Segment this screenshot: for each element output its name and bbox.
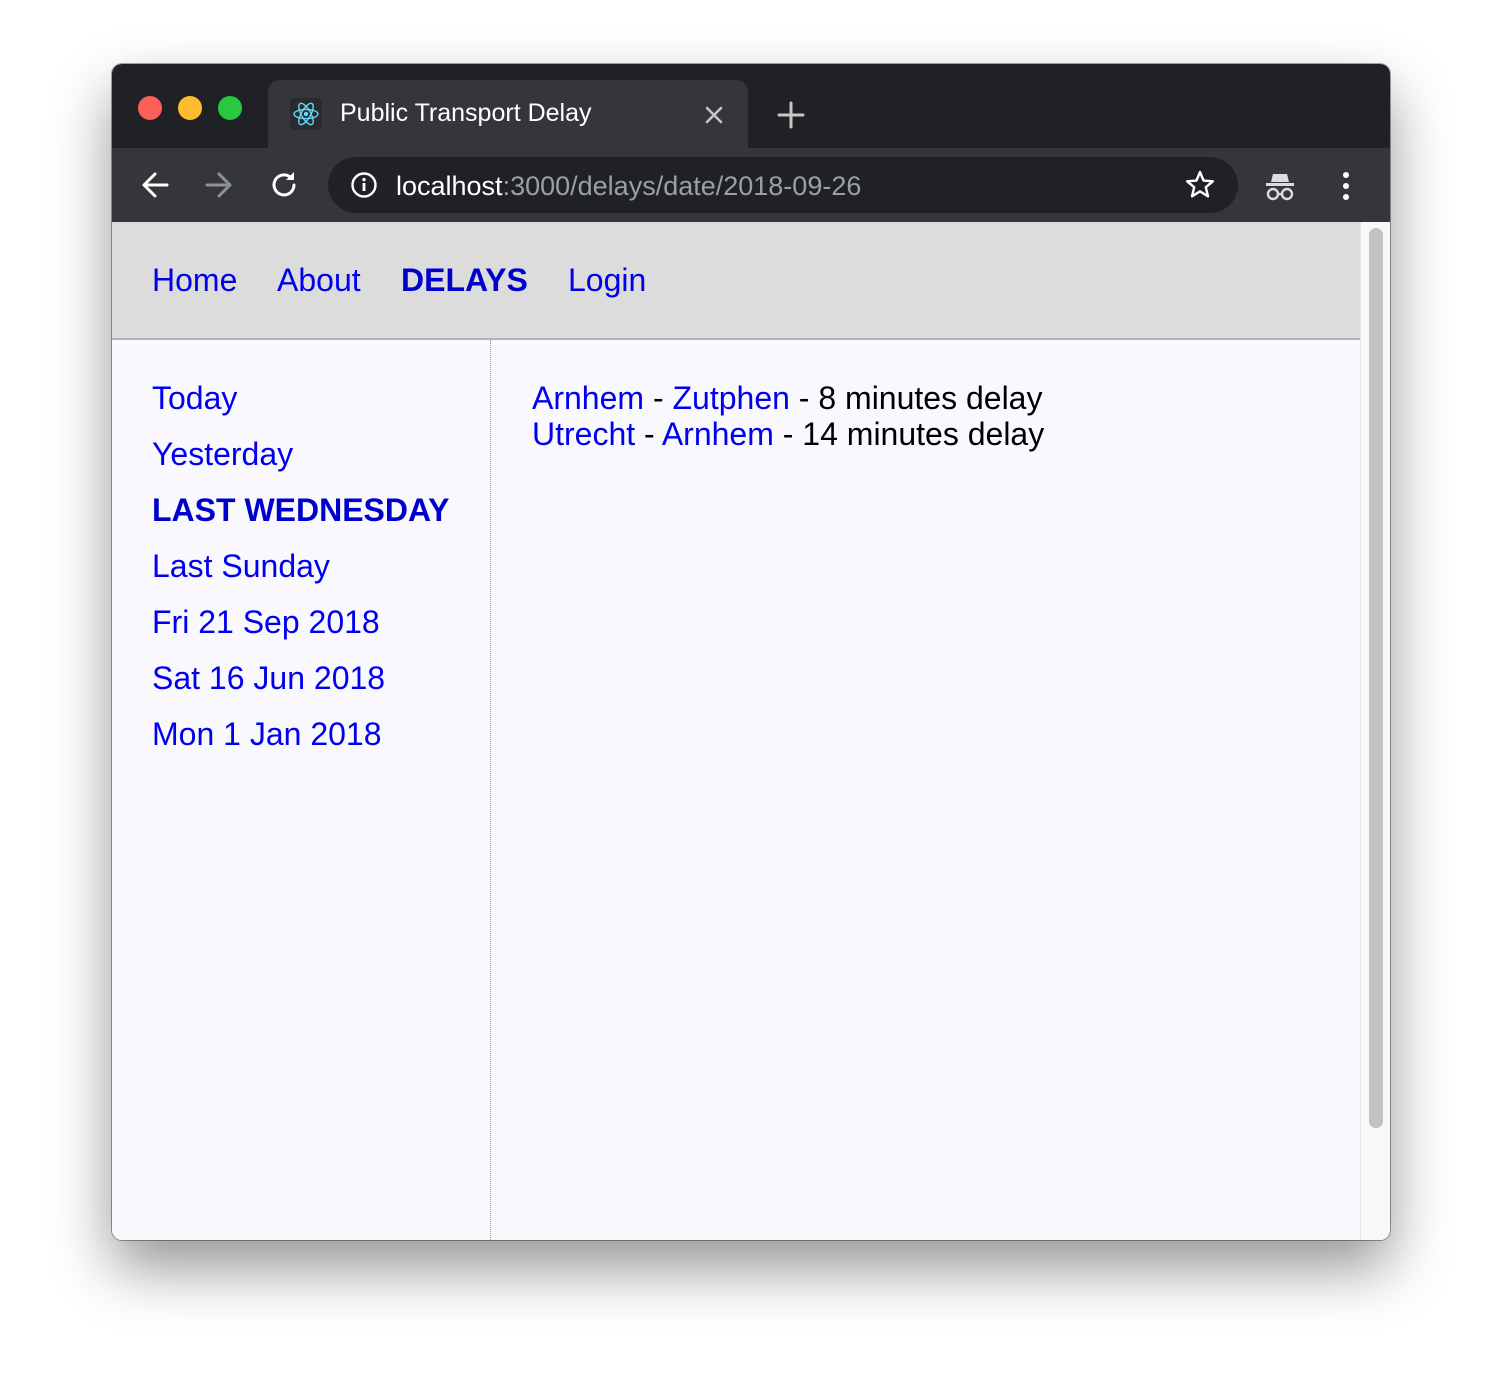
browser-tab[interactable]: Public Transport Delay: [268, 80, 748, 148]
nav-link-delays[interactable]: DELAYS: [401, 260, 528, 300]
date-list: Today Yesterday LAST WEDNESDAY Last Sund…: [152, 380, 450, 772]
vertical-scrollbar[interactable]: [1360, 222, 1390, 1240]
scrollbar-thumb[interactable]: [1369, 228, 1383, 1128]
url-host: localhost: [396, 171, 503, 201]
zoom-window-button[interactable]: [218, 96, 242, 120]
from-station-link[interactable]: Utrecht: [532, 416, 635, 452]
delay-row: Arnhem - Zutphen - 8 minutes delay: [532, 380, 1332, 416]
date-link-last-sunday[interactable]: Last Sunday: [152, 548, 450, 604]
incognito-icon[interactable]: [1262, 168, 1298, 204]
close-window-button[interactable]: [138, 96, 162, 120]
date-link-today[interactable]: Today: [152, 380, 450, 436]
delay-detail: - 8 minutes delay: [789, 380, 1043, 416]
date-link-sat-16-jun-2018[interactable]: Sat 16 Jun 2018: [152, 660, 450, 716]
page-viewport: Home About DELAYS Login Today Yesterday …: [112, 222, 1390, 1240]
url-text: localhost:3000/delays/date/2018-09-26: [396, 171, 861, 202]
browser-toolbar: localhost:3000/delays/date/2018-09-26: [112, 148, 1390, 222]
url-path: :3000/delays/date/2018-09-26: [502, 171, 862, 201]
date-sidebar: Today Yesterday LAST WEDNESDAY Last Sund…: [112, 340, 491, 1240]
route-separator: -: [635, 416, 662, 452]
site-nav: Home About DELAYS Login: [112, 222, 1360, 340]
close-tab-icon[interactable]: [700, 101, 728, 129]
forward-arrow-icon[interactable]: [202, 168, 236, 202]
delay-detail: - 14 minutes delay: [773, 416, 1045, 452]
from-station-link[interactable]: Arnhem: [532, 380, 644, 416]
more-menu-icon[interactable]: [1334, 168, 1358, 204]
to-station-link[interactable]: Arnhem: [662, 416, 774, 452]
new-tab-icon[interactable]: [774, 98, 808, 132]
info-icon[interactable]: [350, 171, 378, 199]
date-link-fri-21-sep-2018[interactable]: Fri 21 Sep 2018: [152, 604, 450, 660]
delay-row: Utrecht - Arnhem - 14 minutes delay: [532, 416, 1332, 452]
nav-link-login[interactable]: Login: [568, 260, 646, 300]
date-link-last-wednesday[interactable]: LAST WEDNESDAY: [152, 492, 450, 548]
to-station-link[interactable]: Zutphen: [672, 380, 789, 416]
date-link-yesterday[interactable]: Yesterday: [152, 436, 450, 492]
react-icon: [290, 98, 322, 130]
tab-strip: Public Transport Delay: [112, 64, 1390, 148]
back-arrow-icon[interactable]: [138, 168, 172, 202]
nav-link-about[interactable]: About: [277, 260, 361, 300]
route-separator: -: [644, 380, 673, 416]
address-bar[interactable]: localhost:3000/delays/date/2018-09-26: [328, 157, 1238, 213]
nav-link-home[interactable]: Home: [152, 260, 237, 300]
minimize-window-button[interactable]: [178, 96, 202, 120]
browser-window: Public Transport Delay localhost:3000/de…: [112, 64, 1390, 1240]
date-link-mon-1-jan-2018[interactable]: Mon 1 Jan 2018: [152, 716, 450, 772]
tab-title: Public Transport Delay: [340, 99, 592, 127]
delay-list: Arnhem - Zutphen - 8 minutes delay Utrec…: [532, 380, 1332, 452]
bookmark-star-icon[interactable]: [1184, 169, 1216, 201]
reload-icon[interactable]: [267, 168, 301, 202]
